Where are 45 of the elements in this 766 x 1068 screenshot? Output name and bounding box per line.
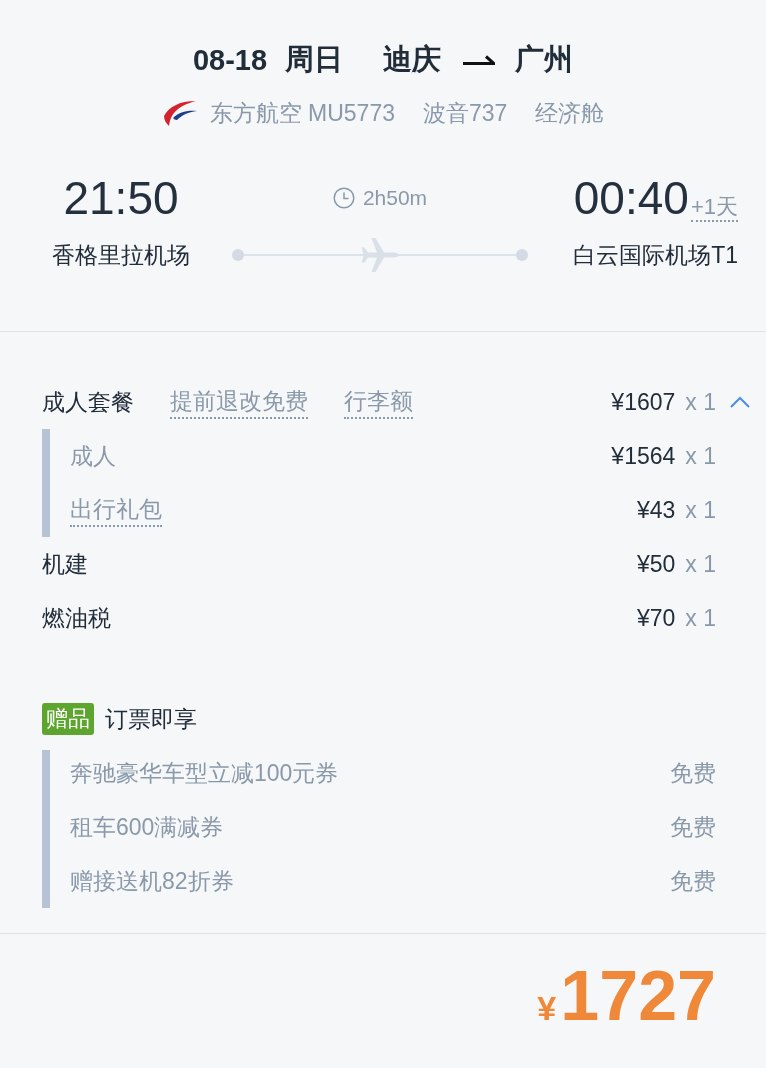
departure-time: 21:50: [63, 171, 179, 225]
fee-label: 燃油税: [42, 603, 111, 633]
airline-flight-text: 东方航空 MU5773: [209, 98, 395, 128]
origin-city: 迪庆: [383, 42, 442, 77]
total-price: 1727: [560, 960, 716, 1032]
destination-city: 广州: [515, 42, 574, 77]
gift-value-text: 免费: [670, 758, 716, 788]
policy-link[interactable]: 提前退改免费: [170, 385, 308, 419]
price-text: ¥50: [636, 550, 676, 578]
quantity-text: x 1: [685, 550, 716, 578]
gift-title: 订票即享: [105, 704, 197, 734]
gift-value-text: 免费: [670, 866, 716, 896]
cabin-text: 经济舱: [535, 98, 605, 128]
gift-value-text: 免费: [670, 812, 716, 842]
package-item-label: 成人: [70, 441, 116, 471]
flight-date: 08-18: [192, 43, 268, 77]
quantity-text: x 1: [685, 388, 716, 416]
quantity-text: x 1: [685, 496, 716, 524]
fee-label: 机建: [42, 549, 88, 579]
gift-item-label: 赠接送机82折券: [70, 866, 234, 896]
departure-airport: 香格里拉机场: [52, 241, 190, 269]
gift-item-label: 奔驰豪华车型立减100元券: [70, 758, 339, 788]
package-item-link[interactable]: 出行礼包: [70, 493, 162, 527]
arrival-time: 00:40: [573, 171, 689, 225]
arrival-airport: 白云国际机场T1: [573, 241, 738, 269]
price-text: ¥1564: [611, 442, 676, 470]
policy-link[interactable]: 行李额: [344, 385, 413, 419]
quantity-text: x 1: [685, 442, 716, 470]
gift-item-label: 租车600满减券: [70, 812, 224, 842]
plane-icon: [360, 235, 400, 275]
currency-symbol: ¥: [537, 989, 557, 1028]
quantity-text: x 1: [685, 604, 716, 632]
duration-text: 2h50m: [362, 186, 428, 210]
gift-badge: 赠品: [42, 703, 94, 735]
dot-icon: [516, 249, 528, 261]
weekday-text: 周日: [285, 42, 344, 77]
dot-icon: [232, 249, 244, 261]
chevron-up-icon[interactable]: [730, 396, 750, 408]
price-text: ¥70: [636, 604, 676, 632]
aircraft-text: 波音737: [422, 98, 508, 128]
package-name: 成人套餐: [42, 387, 134, 417]
price-text: ¥1607: [611, 388, 676, 416]
clock-icon: [332, 187, 355, 209]
day-offset-link[interactable]: +1天: [690, 194, 738, 222]
price-text: ¥43: [636, 496, 676, 524]
